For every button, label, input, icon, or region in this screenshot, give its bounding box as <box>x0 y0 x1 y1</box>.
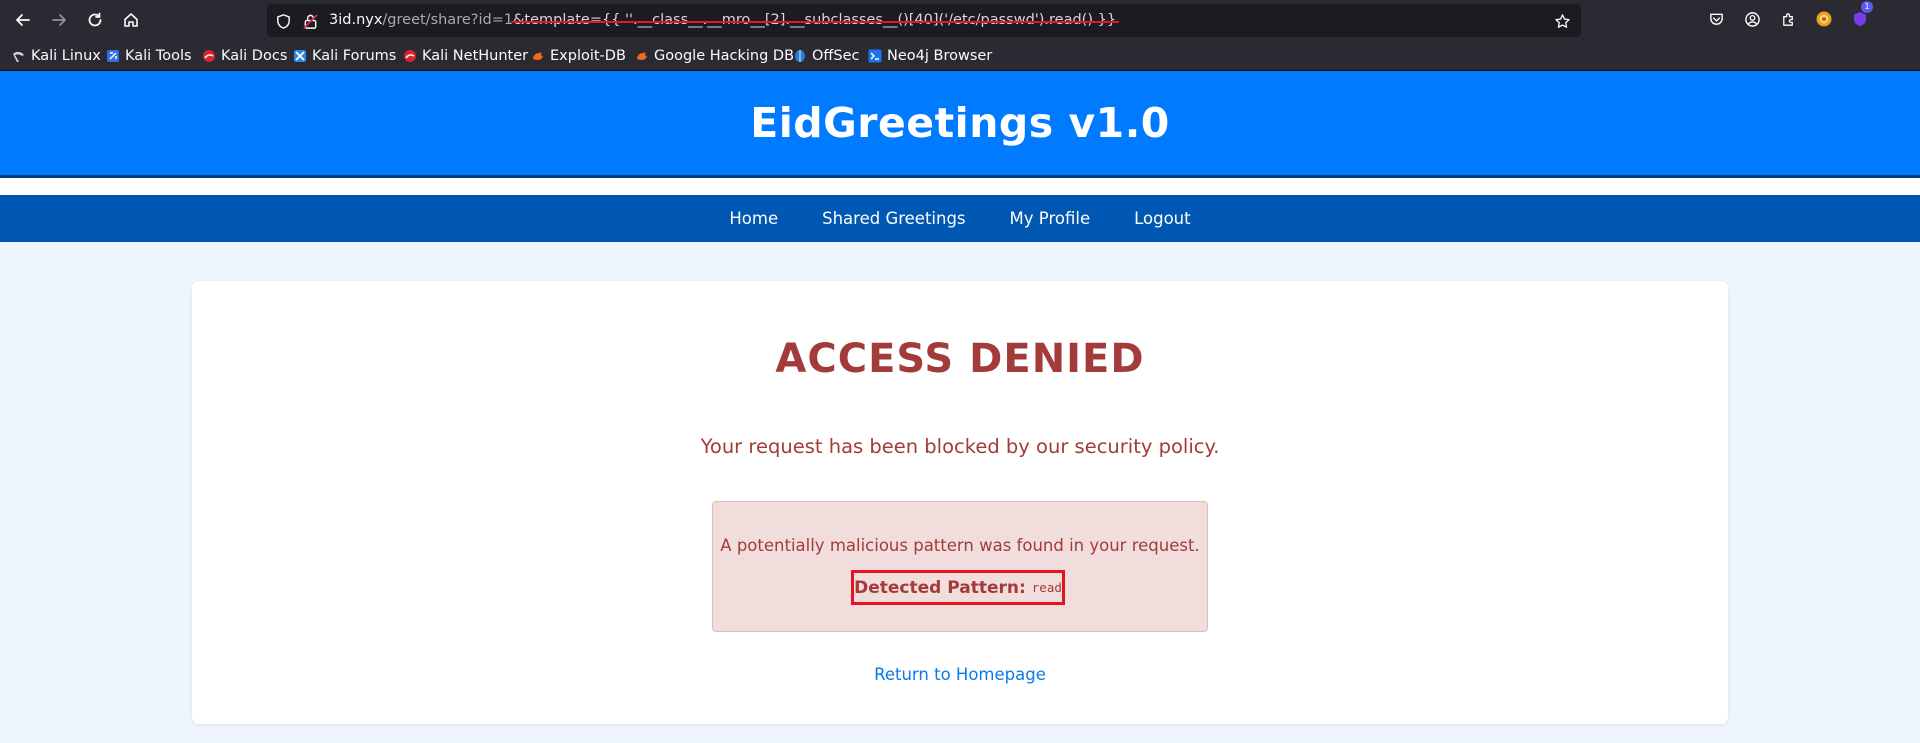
nav-logout[interactable]: Logout <box>1134 209 1191 228</box>
bookmark-kali-forums[interactable]: Kali Forums <box>293 41 396 70</box>
bookmark-label: OffSec <box>812 47 860 64</box>
site-title: EidGreetings v1.0 <box>750 99 1170 147</box>
kali-tools-icon <box>106 49 120 63</box>
bookmark-label: Google Hacking DB <box>654 47 795 64</box>
bookmark-neo4j-browser[interactable]: Neo4j Browser <box>868 41 992 70</box>
alert-box: A potentially malicious pattern was foun… <box>712 501 1208 632</box>
extensions-icon[interactable] <box>1777 8 1799 30</box>
home-button[interactable] <box>116 6 146 34</box>
extension-badge: 1 <box>1861 1 1873 13</box>
bookmark-label: Kali Tools <box>125 47 192 64</box>
bookmark-kali-docs[interactable]: Kali Docs <box>202 41 287 70</box>
access-denied-card: ACCESS DENIED Your request has been bloc… <box>192 281 1728 724</box>
bookmark-exploit-db[interactable]: Exploit-DB <box>531 41 626 70</box>
nav-shared-greetings[interactable]: Shared Greetings <box>822 209 965 228</box>
bookmark-label: Neo4j Browser <box>887 47 993 64</box>
bookmark-label: Exploit-DB <box>550 47 626 64</box>
blocked-message: Your request has been blocked by our sec… <box>700 435 1220 458</box>
return-home-link[interactable]: Return to Homepage <box>874 665 1046 684</box>
site-header: EidGreetings v1.0 <box>0 71 1920 178</box>
page-content: EidGreetings v1.0 Home Shared Greetings … <box>0 71 1920 743</box>
pocket-icon[interactable] <box>1705 8 1727 30</box>
bookmark-kali-tools[interactable]: Kali Tools <box>106 41 192 70</box>
bookmark-star-icon[interactable] <box>1553 12 1571 30</box>
neo4j-icon <box>868 49 882 63</box>
reload-icon <box>88 12 102 27</box>
bookmark-kali-nethunter[interactable]: Kali NetHunter <box>403 41 528 70</box>
offsec-icon <box>793 49 807 63</box>
kali-nethunter-icon <box>403 49 417 63</box>
extension-shield-icon[interactable]: 1 <box>1849 1 1873 30</box>
bookmark-kali-linux[interactable]: Kali Linux <box>12 41 101 70</box>
back-button[interactable] <box>8 6 38 34</box>
header-divider <box>0 178 1920 195</box>
nav-home[interactable]: Home <box>729 209 778 228</box>
nav-my-profile[interactable]: My Profile <box>1010 209 1091 228</box>
ghdb-icon <box>635 49 649 63</box>
forward-button[interactable] <box>44 6 74 34</box>
home-icon <box>124 13 138 27</box>
bookmark-offsec[interactable]: OffSec <box>793 41 860 70</box>
url-ssti-payload: &template={{ ''.__class__.__mro__[2].__s… <box>513 12 1117 28</box>
bookmark-label: Kali NetHunter <box>422 47 529 64</box>
url-text[interactable]: 3id.nyx/greet/share?id=1&template={{ ''.… <box>329 4 1116 37</box>
account-icon[interactable] <box>1741 8 1763 30</box>
kali-docs-icon <box>202 49 216 63</box>
return-home-link-row: Return to Homepage <box>192 665 1728 684</box>
detected-pattern-value: read <box>1031 580 1062 595</box>
access-denied-title: ACCESS DENIED <box>775 336 1145 382</box>
reload-button[interactable] <box>80 6 110 34</box>
arrow-right-icon <box>52 14 66 26</box>
arrow-left-icon <box>16 14 30 26</box>
exploit-db-icon <box>531 49 545 63</box>
bookmark-label: Kali Docs <box>221 47 288 64</box>
browser-toolbar: 3id.nyx/greet/share?id=1&template={{ ''.… <box>0 0 1920 41</box>
alert-message: A potentially malicious pattern was foun… <box>720 536 1200 555</box>
url-path: /greet/share?id=1 <box>382 12 514 28</box>
bookmark-label: Kali Linux <box>31 47 101 64</box>
bookmark-label: Kali Forums <box>312 47 397 64</box>
insecure-lock-icon[interactable] <box>301 12 319 30</box>
kali-forums-icon <box>293 49 307 63</box>
address-bar[interactable]: 3id.nyx/greet/share?id=1&template={{ ''.… <box>267 4 1581 37</box>
detected-pattern-highlight: Detected Pattern: read <box>851 570 1065 605</box>
foxyproxy-icon[interactable] <box>1813 8 1835 30</box>
url-host: 3id.nyx <box>329 12 383 28</box>
main-nav: Home Shared Greetings My Profile Logout <box>0 195 1920 242</box>
bookmarks-bar: Kali Linux Kali Tools Kali Docs Kali For… <box>0 41 1920 71</box>
detected-pattern-label: Detected Pattern: <box>854 577 1026 598</box>
shield-icon[interactable] <box>274 12 292 30</box>
bookmark-google-hacking-db[interactable]: Google Hacking DB <box>635 41 794 70</box>
kali-dragon-icon <box>12 49 26 63</box>
